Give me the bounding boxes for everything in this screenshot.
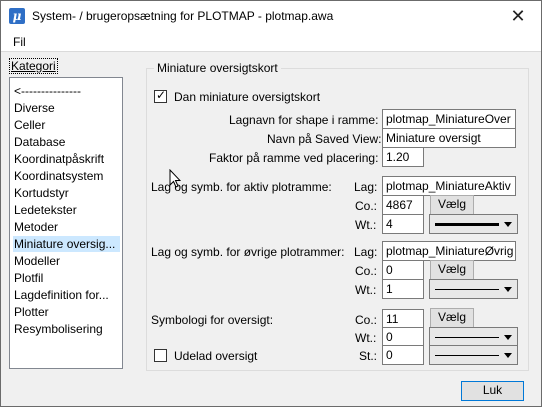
saved-view-input[interactable]: Miniature oversigt	[382, 128, 516, 148]
other-weight-input[interactable]: 1	[382, 279, 424, 299]
active-color-label: Co.:	[355, 199, 378, 213]
window-title: System- / brugeropsætning for PLOTMAP - …	[32, 9, 334, 23]
overview-style-dropdown[interactable]	[429, 345, 518, 365]
category-item[interactable]: Koordinatsystem	[13, 168, 120, 184]
chevron-down-icon	[504, 335, 512, 340]
line-sample	[435, 223, 499, 226]
saved-view-label: Navn på Saved View:	[267, 132, 382, 146]
active-weight-input[interactable]: 4	[382, 214, 424, 234]
chevron-down-icon	[504, 353, 512, 358]
app-icon: μ	[9, 8, 25, 24]
category-item[interactable]: Database	[13, 134, 120, 150]
category-item[interactable]: Resymbolisering	[13, 321, 120, 337]
other-select-button[interactable]: Vælg	[430, 260, 474, 280]
overview-color-label: Co.:	[355, 313, 378, 327]
overview-select-button[interactable]: Vælg	[430, 308, 474, 328]
enable-miniature-label: Dan miniature oversigtskort	[174, 90, 321, 104]
menu-bar: Fil	[1, 32, 541, 52]
shape-layer-input[interactable]: plotmap_MiniatureOver	[382, 109, 516, 129]
other-linestyle-dropdown[interactable]	[429, 279, 518, 299]
other-color-input[interactable]: 0	[382, 260, 424, 280]
active-linestyle-dropdown[interactable]	[429, 214, 518, 234]
line-sample	[435, 337, 499, 338]
category-item[interactable]: Plotter	[13, 304, 120, 320]
exclude-overview-label: Udelad oversigt	[174, 349, 258, 363]
settings-dialog: μ System- / brugeropsætning for PLOTMAP …	[0, 0, 542, 407]
groupbox-title: Miniature oversigtskort	[154, 61, 281, 75]
category-item[interactable]: Celler	[13, 117, 120, 133]
chevron-down-icon	[504, 222, 512, 227]
mouse-cursor-icon	[169, 169, 181, 188]
other-color-label: Co.:	[355, 264, 378, 278]
overview-weight-input[interactable]: 0	[382, 327, 424, 347]
active-select-button[interactable]: Vælg	[430, 195, 474, 215]
other-frames-label: Lag og symb. for øvrige plotrammer:	[151, 245, 345, 259]
category-item[interactable]: Diverse	[13, 100, 120, 116]
close-icon[interactable]: ✕	[495, 1, 541, 32]
enable-miniature-checkbox[interactable]: ✓	[154, 88, 167, 103]
active-level-input[interactable]: plotmap_MiniatureAktiv	[382, 176, 516, 196]
active-weight-label: Wt.:	[355, 218, 377, 232]
active-level-label: Lag:	[354, 180, 378, 194]
category-item[interactable]: Lagdefinition for...	[13, 287, 120, 303]
exclude-overview-checkbox[interactable]	[154, 349, 167, 362]
shape-layer-label: Lagnavn for shape i ramme:	[229, 113, 379, 127]
other-level-input[interactable]: plotmap_MiniatureØvrig	[382, 241, 516, 261]
overview-style-label: St.:	[359, 349, 378, 363]
overview-weight-label: Wt.:	[355, 331, 377, 345]
placement-factor-input[interactable]: 1.20	[382, 147, 424, 167]
category-header: Kategori	[9, 58, 58, 74]
chevron-down-icon	[504, 287, 512, 292]
title-bar[interactable]: μ System- / brugeropsætning for PLOTMAP …	[1, 1, 541, 32]
line-sample	[435, 355, 499, 356]
check-icon: ✓	[156, 88, 167, 102]
category-item[interactable]: Ledetekster	[13, 202, 120, 218]
menu-file[interactable]: Fil	[13, 35, 26, 49]
category-item[interactable]: Modeller	[13, 253, 120, 269]
category-list[interactable]: <--------------- Diverse Celler Database…	[9, 77, 123, 369]
overview-style-input[interactable]: 0	[382, 345, 424, 365]
category-item-selected[interactable]: Miniature oversig...	[13, 236, 120, 252]
category-item[interactable]: Koordinatpåskrift	[13, 151, 120, 167]
overview-symbology-label: Symbologi for oversigt:	[151, 313, 274, 327]
category-item[interactable]: Metoder	[13, 219, 120, 235]
other-level-label: Lag:	[354, 245, 378, 259]
line-sample	[435, 289, 499, 290]
category-item[interactable]: <---------------	[13, 83, 120, 99]
category-item[interactable]: Plotfil	[13, 270, 120, 286]
other-weight-label: Wt.:	[355, 283, 377, 297]
category-item[interactable]: Kortudstyr	[13, 185, 120, 201]
close-button[interactable]: Luk	[461, 381, 524, 401]
overview-weight-dropdown[interactable]	[429, 327, 518, 347]
placement-factor-label: Faktor på ramme ved placering:	[209, 151, 379, 165]
active-color-input[interactable]: 4867	[382, 195, 424, 215]
overview-color-input[interactable]: 11	[382, 309, 424, 329]
